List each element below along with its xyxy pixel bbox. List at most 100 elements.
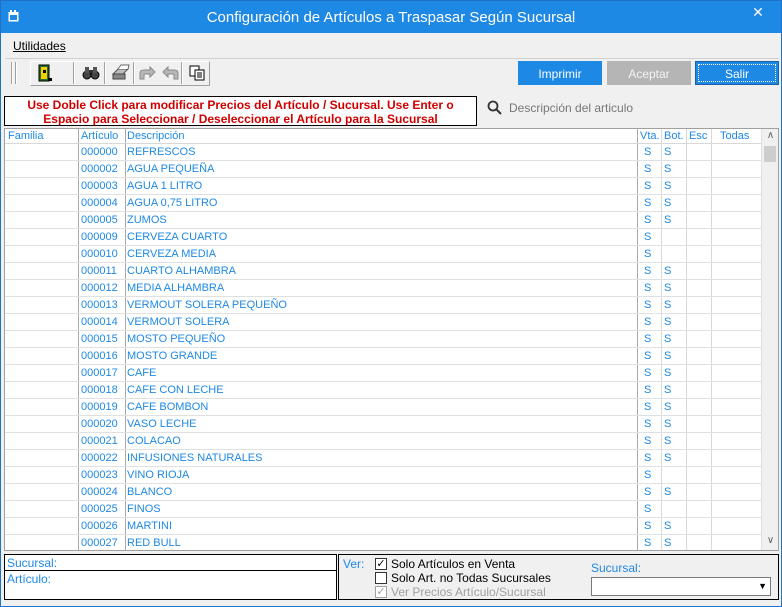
cell-bot[interactable]: S (664, 452, 671, 464)
solo-no-todas-sucursales-checkbox[interactable]: Solo Art. no Todas Sucursales (375, 571, 595, 585)
cell-articulo[interactable]: 000018 (81, 384, 118, 396)
cell-articulo[interactable]: 000017 (81, 367, 118, 379)
cell-vta[interactable]: S (644, 418, 651, 430)
cell-articulo[interactable]: 000003 (81, 180, 118, 192)
cell-vta[interactable]: S (644, 163, 651, 175)
cell-articulo[interactable]: 000020 (81, 418, 118, 430)
cell-vta[interactable]: S (644, 265, 651, 277)
cell-descripcion[interactable]: COLACAO (127, 435, 181, 447)
back-arrow-icon[interactable] (160, 62, 182, 84)
table-row[interactable]: 000002 AGUA PEQUEÑA S S (5, 161, 763, 178)
cell-bot[interactable]: S (664, 384, 671, 396)
cell-articulo[interactable]: 000026 (81, 520, 118, 532)
cell-vta[interactable]: S (644, 333, 651, 345)
cell-descripcion[interactable]: RED BULL (127, 537, 181, 549)
cell-descripcion[interactable]: CAFE BOMBON (127, 401, 208, 413)
cell-articulo[interactable]: 000016 (81, 350, 118, 362)
cell-descripcion[interactable]: AGUA 0,75 LITRO (127, 197, 217, 209)
exit-door-icon[interactable] (34, 62, 56, 84)
table-row[interactable]: 000015 MOSTO PEQUEÑO S S (5, 331, 763, 348)
cell-articulo[interactable]: 000011 (81, 265, 117, 277)
cell-descripcion[interactable]: INFUSIONES NATURALES (127, 452, 263, 464)
table-row[interactable]: 000024 BLANCO S S (5, 484, 763, 501)
table-row[interactable]: 000026 MARTINI S S (5, 518, 763, 535)
table-row[interactable]: 000003 AGUA 1 LITRO S S (5, 178, 763, 195)
cell-vta[interactable]: S (644, 282, 651, 294)
cell-articulo[interactable]: 000000 (81, 146, 118, 158)
cell-bot[interactable]: S (664, 146, 671, 158)
cell-articulo[interactable]: 000004 (81, 197, 118, 209)
cell-vta[interactable]: S (644, 486, 651, 498)
table-row[interactable]: 000000 REFRESCOS S S (5, 144, 763, 161)
table-row[interactable]: 000018 CAFE CON LECHE S S (5, 382, 763, 399)
cell-descripcion[interactable]: FINOS (127, 503, 161, 515)
table-row[interactable]: 000004 AGUA 0,75 LITRO S S (5, 195, 763, 212)
search-input[interactable] (509, 98, 769, 118)
cell-articulo[interactable]: 000025 (81, 503, 118, 515)
table-row[interactable]: 000019 CAFE BOMBON S S (5, 399, 763, 416)
scroll-thumb[interactable] (764, 146, 776, 162)
cell-bot[interactable]: S (664, 265, 671, 277)
cell-vta[interactable]: S (644, 197, 651, 209)
menu-utilidades[interactable]: Utilidades (13, 39, 66, 53)
table-row[interactable]: 000010 CERVEZA MEDIA S (5, 246, 763, 263)
cell-descripcion[interactable]: CERVEZA CUARTO (127, 231, 227, 243)
cell-descripcion[interactable]: AGUA 1 LITRO (127, 180, 202, 192)
cell-descripcion[interactable]: CUARTO ALHAMBRA (127, 265, 236, 277)
cell-articulo[interactable]: 000009 (81, 231, 118, 243)
cell-articulo[interactable]: 000023 (81, 469, 118, 481)
cell-bot[interactable]: S (664, 214, 671, 226)
cell-bot[interactable]: S (664, 401, 671, 413)
checkbox-box[interactable] (375, 572, 387, 584)
header-vta[interactable]: Vta. (640, 130, 660, 142)
binoculars-icon[interactable] (80, 62, 102, 84)
table-row[interactable]: 000011 CUARTO ALHAMBRA S S (5, 263, 763, 280)
printer-icon[interactable] (109, 62, 131, 84)
close-icon[interactable]: ✕ (743, 3, 773, 23)
cell-vta[interactable]: S (644, 367, 651, 379)
cell-descripcion[interactable]: REFRESCOS (127, 146, 195, 158)
cell-descripcion[interactable]: CAFE (127, 367, 156, 379)
cell-descripcion[interactable]: AGUA PEQUEÑA (127, 163, 214, 175)
vertical-scrollbar[interactable]: ∧ ∨ (761, 129, 778, 550)
table-row[interactable]: 000017 CAFE S S (5, 365, 763, 382)
sucursal-dropdown[interactable]: ▼ (591, 577, 771, 596)
cell-descripcion[interactable]: MARTINI (127, 520, 172, 532)
cell-vta[interactable]: S (644, 401, 651, 413)
cell-vta[interactable]: S (644, 469, 651, 481)
cell-articulo[interactable]: 000027 (81, 537, 118, 549)
cell-bot[interactable]: S (664, 418, 671, 430)
cell-articulo[interactable]: 000019 (81, 401, 118, 413)
table-row[interactable]: 000022 INFUSIONES NATURALES S S (5, 450, 763, 467)
cell-vta[interactable]: S (644, 299, 651, 311)
header-bot[interactable]: Bot. (664, 130, 684, 142)
cell-vta[interactable]: S (644, 384, 651, 396)
cell-articulo[interactable]: 000005 (81, 214, 118, 226)
cell-vta[interactable]: S (644, 435, 651, 447)
header-familia[interactable]: Familia (8, 130, 43, 142)
cell-articulo[interactable]: 000022 (81, 452, 118, 464)
cell-vta[interactable]: S (644, 146, 651, 158)
cell-vta[interactable]: S (644, 214, 651, 226)
cell-bot[interactable]: S (664, 163, 671, 175)
cell-descripcion[interactable]: MEDIA ALHAMBRA (127, 282, 224, 294)
table-row[interactable]: 000013 VERMOUT SOLERA PEQUEÑO S S (5, 297, 763, 314)
forward-arrow-icon[interactable] (136, 62, 158, 84)
table-row[interactable]: 000025 FINOS S (5, 501, 763, 518)
table-row[interactable]: 000023 VINO RIOJA S (5, 467, 763, 484)
cell-vta[interactable]: S (644, 316, 651, 328)
header-descripcion[interactable]: Descripción (127, 130, 184, 142)
cell-articulo[interactable]: 000012 (81, 282, 118, 294)
checkbox-box[interactable]: ✓ (375, 586, 387, 598)
table-row[interactable]: 000012 MEDIA ALHAMBRA S S (5, 280, 763, 297)
cell-bot[interactable]: S (664, 282, 671, 294)
cell-descripcion[interactable]: VASO LECHE (127, 418, 197, 430)
cell-vta[interactable]: S (644, 452, 651, 464)
scroll-down-icon[interactable]: ∨ (762, 535, 778, 550)
chevron-down-icon[interactable]: ▼ (758, 581, 767, 591)
cell-descripcion[interactable]: VERMOUT SOLERA (127, 316, 230, 328)
cell-bot[interactable]: S (664, 367, 671, 379)
cell-vta[interactable]: S (644, 231, 651, 243)
cell-descripcion[interactable]: CAFE CON LECHE (127, 384, 224, 396)
cell-vta[interactable]: S (644, 537, 651, 549)
